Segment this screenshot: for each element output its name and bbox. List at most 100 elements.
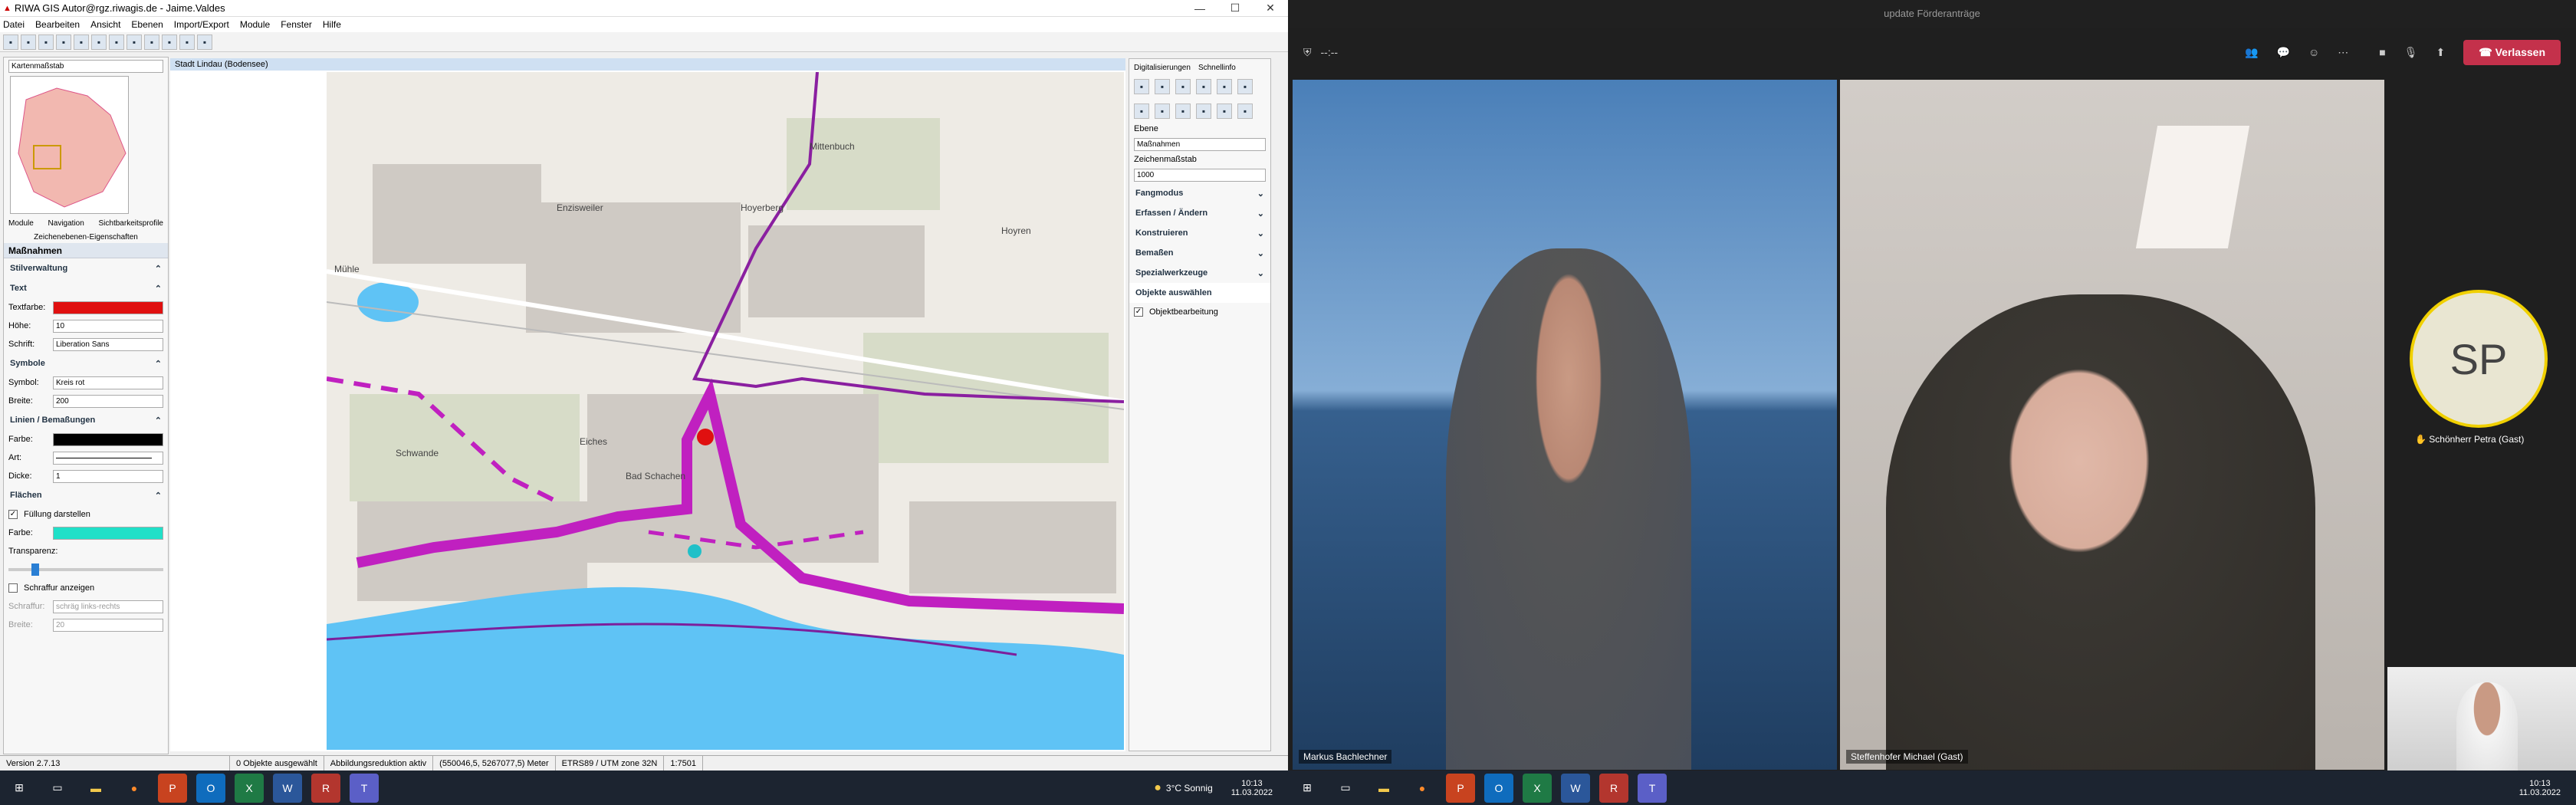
word-icon[interactable]: W xyxy=(273,773,302,803)
move-icon[interactable]: ▪ xyxy=(1196,104,1211,119)
refresh-icon[interactable]: ▪ xyxy=(91,34,107,50)
right-section[interactable]: Konstruieren ⌄ xyxy=(1129,223,1270,243)
redo-icon[interactable]: ▪ xyxy=(1134,104,1149,119)
menu-item[interactable]: Datei xyxy=(3,19,25,30)
minimize-button[interactable]: — xyxy=(1182,2,1217,15)
menu-item[interactable]: Hilfe xyxy=(323,19,341,30)
right-tab[interactable]: Digitalisierungen xyxy=(1134,64,1191,72)
menu-item[interactable]: Ebenen xyxy=(131,19,163,30)
back-icon[interactable]: ▪ xyxy=(109,34,124,50)
massstab-select[interactable]: 1000 xyxy=(1134,168,1266,182)
outlook-icon[interactable]: O xyxy=(196,773,225,803)
weather-text[interactable]: 3°C Sonnig xyxy=(1166,783,1213,794)
participants-icon[interactable]: 👥 xyxy=(2245,46,2258,59)
menu-item[interactable]: Bearbeiten xyxy=(35,19,80,30)
menu-item[interactable]: Fenster xyxy=(281,19,312,30)
teams-icon[interactable]: T xyxy=(350,773,379,803)
leave-button[interactable]: ☎ Verlassen xyxy=(2463,39,2561,65)
start-icon[interactable]: ⊞ xyxy=(5,774,34,803)
video-tile-1[interactable]: Markus Bachlechner xyxy=(1293,80,1837,770)
right-section[interactable]: Fangmodus ⌄ xyxy=(1129,183,1270,203)
zoom-out-icon[interactable]: ▪ xyxy=(56,34,71,50)
linien-farbe-field[interactable] xyxy=(53,432,163,446)
firefox-icon[interactable]: ● xyxy=(120,774,149,803)
select-icon[interactable]: ▪ xyxy=(1155,79,1170,94)
powerpoint-icon[interactable]: P xyxy=(1446,773,1475,803)
hoehe-field[interactable]: 10 xyxy=(53,319,163,333)
chat-icon[interactable]: 💬 xyxy=(2277,46,2290,59)
right-section[interactable]: Bemaßen ⌄ xyxy=(1129,243,1270,263)
undo-icon[interactable]: ▪ xyxy=(1237,79,1253,94)
edit-icon[interactable]: ▪ xyxy=(1175,79,1191,94)
select-icon[interactable]: ▪ xyxy=(21,34,36,50)
riwa-icon[interactable]: R xyxy=(311,773,340,803)
delete-icon[interactable]: ▪ xyxy=(1217,79,1232,94)
draw-icon[interactable]: ▪ xyxy=(1134,79,1149,94)
rotate-icon[interactable]: ▪ xyxy=(1217,104,1232,119)
schraffur-checkbox[interactable] xyxy=(8,583,18,593)
word-icon[interactable]: W xyxy=(1561,773,1590,803)
objektbearbeitung-checkbox[interactable]: ✓ xyxy=(1134,307,1143,317)
pan-icon[interactable]: ▪ xyxy=(74,34,89,50)
section-text[interactable]: Text ⌃ xyxy=(4,278,168,298)
flaechen-farbe-field[interactable] xyxy=(53,526,163,540)
print-icon[interactable]: ▪ xyxy=(3,34,18,50)
paste-icon[interactable]: ▪ xyxy=(1175,104,1191,119)
right-section[interactable]: Spezialwerkzeuge ⌄ xyxy=(1129,263,1270,283)
self-preview[interactable] xyxy=(2387,667,2576,770)
outlook-icon[interactable]: O xyxy=(1484,773,1513,803)
taskview-icon[interactable]: ▭ xyxy=(43,774,72,803)
close-button[interactable]: ✕ xyxy=(1253,2,1288,15)
teams-icon[interactable]: T xyxy=(1638,773,1667,803)
map-canvas[interactable]: Enzisweiler Hoyerberg Mittenbuch Hoyren Mühl… xyxy=(327,72,1124,750)
left-tab[interactable]: Sichtbarkeitsprofile xyxy=(99,219,163,228)
schraffur-field[interactable]: schräg links-rechts xyxy=(53,600,163,613)
cut-icon[interactable]: ▪ xyxy=(1196,79,1211,94)
mic-icon[interactable]: 🎙 xyxy=(2404,46,2418,59)
menu-item[interactable]: Ansicht xyxy=(90,19,120,30)
snap-icon[interactable]: ▪ xyxy=(1237,104,1253,119)
excel-icon[interactable]: X xyxy=(1523,773,1552,803)
riwa-icon[interactable]: R xyxy=(1599,773,1628,803)
section-stil[interactable]: Stilverwaltung ⌃ xyxy=(4,258,168,278)
linien-art-field[interactable] xyxy=(53,451,163,465)
symbol-field[interactable]: Kreis rot xyxy=(53,376,163,389)
textfarbe-field[interactable] xyxy=(53,301,163,314)
menu-item[interactable]: Import/Export xyxy=(174,19,229,30)
right-section[interactable]: Erfassen / Ändern ⌄ xyxy=(1129,203,1270,223)
copy-icon[interactable]: ▪ xyxy=(1155,104,1170,119)
layers-icon[interactable]: ▪ xyxy=(179,34,195,50)
avatar[interactable]: SP xyxy=(2410,290,2548,428)
start-icon[interactable]: ⊞ xyxy=(1293,774,1322,803)
reactions-icon[interactable]: ☺ xyxy=(2308,46,2319,58)
camera-icon[interactable]: ■ xyxy=(2379,46,2385,58)
info-icon[interactable]: ▪ xyxy=(162,34,177,50)
ebene-select[interactable]: Maßnahmen xyxy=(1134,137,1266,151)
forward-icon[interactable]: ▪ xyxy=(127,34,142,50)
excel-icon[interactable]: X xyxy=(235,773,264,803)
transparenz-slider[interactable] xyxy=(4,560,168,579)
explorer-icon[interactable]: ▬ xyxy=(81,774,110,803)
symbol-breite-field[interactable]: 200 xyxy=(53,394,163,408)
firefox-icon[interactable]: ● xyxy=(1408,774,1437,803)
linien-dicke-field[interactable]: 1 xyxy=(53,469,163,483)
section-flaechen[interactable]: Flächen ⌃ xyxy=(4,485,168,505)
explorer-icon[interactable]: ▬ xyxy=(1369,774,1398,803)
powerpoint-icon[interactable]: P xyxy=(158,773,187,803)
section-symbole[interactable]: Symbole ⌃ xyxy=(4,353,168,373)
share-icon[interactable]: ⬆ xyxy=(2436,46,2446,59)
right-tab[interactable]: Schnellinfo xyxy=(1198,64,1236,72)
video-tile-2[interactable]: Steffenhofer Michael (Gast) xyxy=(1840,80,2384,770)
overview-map[interactable] xyxy=(10,76,129,214)
left-tab[interactable]: Navigation xyxy=(48,219,84,228)
fuellung-checkbox[interactable]: ✓ xyxy=(8,510,18,519)
schrift-field[interactable]: Liberation Sans xyxy=(53,337,163,351)
left-tab[interactable]: Module xyxy=(8,219,34,228)
overview-select[interactable]: Kartenmaßstab xyxy=(8,59,163,73)
menu-item[interactable]: Module xyxy=(240,19,270,30)
zoom-in-icon[interactable]: ▪ xyxy=(38,34,54,50)
schraffur-breite-field[interactable]: 20 xyxy=(53,618,163,632)
taskview-icon[interactable]: ▭ xyxy=(1331,774,1360,803)
maximize-button[interactable]: ☐ xyxy=(1217,2,1253,15)
help-icon[interactable]: ▪ xyxy=(197,34,212,50)
